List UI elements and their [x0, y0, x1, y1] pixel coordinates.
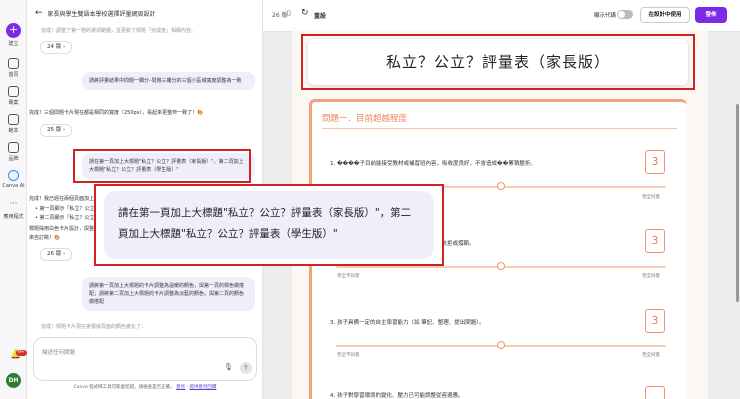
- zoom-message-bubble: 請在第一頁加上大標題"私立？公立？評量表（家長版）"，第二頁加上大標題"私立？公…: [104, 191, 434, 259]
- score-display: [645, 386, 665, 399]
- chat-header: ← 家長與學生雙語本學校選擇評量網頁設計: [27, 0, 262, 26]
- score-display: 3: [645, 309, 665, 333]
- brand-icon: [8, 142, 19, 153]
- version-pill-26[interactable]: 26 版 ›: [40, 248, 73, 261]
- assistant-message: 完成！三個問題卡片現在都是相同的寬度（250px），看起來更整齊一致了！🎨: [29, 110, 204, 116]
- footer-text: Canva 程式碼工具可能會犯錯，請檢查是否正確。: [73, 385, 175, 390]
- rail-item-label: 首頁: [8, 72, 19, 78]
- chat-title: 家長與學生雙語本學校選擇評量網頁設計: [47, 10, 156, 18]
- section-title: 問題一．目前超越程度: [322, 114, 408, 124]
- publish-button[interactable]: 發佈: [695, 7, 727, 23]
- show-code-toggle[interactable]: [617, 10, 633, 19]
- show-code-label: 顯示代碼: [594, 13, 617, 19]
- use-in-design-button[interactable]: 在設計中使用: [640, 7, 690, 23]
- notification-count: 9+: [16, 350, 27, 356]
- back-arrow-icon[interactable]: ←: [35, 8, 43, 18]
- microphone-icon[interactable]: 🎙: [224, 363, 233, 371]
- rail-item-home[interactable]: 首頁: [0, 58, 27, 78]
- template-icon: [8, 114, 19, 125]
- question-text: 3. 孩子具備一定的自主學習能力（如 筆記、整理、提出問題）。: [330, 320, 485, 326]
- create-label: 建立: [8, 41, 19, 47]
- version-label: 26 版: [47, 251, 62, 257]
- rail-item-label: Canva AI: [2, 183, 25, 189]
- version-label: 24 版: [47, 44, 62, 50]
- chat-footer: Canva 程式碼工具可能會犯錯，請檢查是否正確。 意見 · 提供意見回饋: [73, 385, 217, 390]
- slider-max-label: 完全同意: [642, 353, 660, 358]
- send-button[interactable]: ↑: [240, 362, 252, 374]
- section-divider: [322, 128, 677, 129]
- rail-item-label: 範本: [8, 128, 19, 134]
- rail-item-label: 專案: [8, 100, 19, 106]
- folder-icon: [8, 86, 19, 97]
- version-label: 25 版: [47, 127, 62, 133]
- slider-max-label: 完全同意: [642, 195, 660, 200]
- app-window: + 建立 首頁 專案 範本 品牌 Canva AI ··· 應用程式 🔔 9+ …: [0, 0, 740, 399]
- slider-max-label: 完全同意: [642, 274, 660, 279]
- slider-thumb[interactable]: [497, 341, 505, 349]
- rail-item-canva-ai[interactable]: Canva AI: [0, 170, 27, 189]
- version-pill-24[interactable]: 24 版 ›: [40, 41, 73, 54]
- score-display: 3: [645, 150, 665, 174]
- rail-item-apps[interactable]: ··· 應用程式: [0, 199, 27, 221]
- footer-link[interactable]: 意見: [176, 385, 185, 390]
- slider-min-label: 完全不同意: [337, 274, 360, 279]
- highlight-box-title: [301, 34, 695, 90]
- rail-item-brand[interactable]: 品牌: [0, 142, 27, 162]
- slider-min-label: 完全不同意: [337, 353, 360, 358]
- slider-thumb[interactable]: [497, 182, 505, 190]
- editor-toolbar: 26 版 ▯ ↻ 重設 顯示代碼 在設計中使用 發佈: [263, 0, 740, 32]
- version-pill-25[interactable]: 25 版 ›: [40, 124, 73, 137]
- more-icon: ···: [9, 199, 18, 208]
- left-rail: + 建立 首頁 專案 範本 品牌 Canva AI ··· 應用程式 🔔 9+ …: [0, 0, 27, 399]
- reset-icon[interactable]: ↻: [301, 8, 309, 18]
- rail-item-templates[interactable]: 範本: [0, 114, 27, 134]
- version-count: 26 版: [272, 12, 288, 19]
- chat-input-placeholder: 描述任何問題: [42, 350, 76, 356]
- chat-input[interactable]: 描述任何問題 🎙 ↑: [33, 337, 257, 381]
- rail-item-label: 品牌: [8, 156, 19, 162]
- avatar[interactable]: DH: [6, 373, 21, 388]
- rail-item-projects[interactable]: 專案: [0, 86, 27, 106]
- rail-item-label: 應用程式: [3, 214, 24, 220]
- create-button[interactable]: +: [6, 23, 21, 38]
- slider-thumb[interactable]: [497, 262, 505, 270]
- chat-message-fragment: 完成！調整了第一題的選項範圍，並更新了標題「完成度」相關內容。: [41, 28, 197, 34]
- score-display: 3: [645, 229, 665, 253]
- reset-button[interactable]: 重設: [314, 11, 326, 20]
- question-text: 1. ����子目前能接受教材或補習班內容，吸收度良好，不會造成��累積壓折。: [330, 161, 536, 167]
- user-message: 請將評量結果中問題一欄分–問題三欄分的三個小區域寬度調整為一致: [82, 72, 255, 90]
- highlight-box-message: [73, 149, 251, 183]
- canva-ai-icon: [8, 170, 19, 181]
- user-message: 請將第一頁加上大標題的卡片調整為溫暖的顏色，與第一頁的標色做搭配；請將第二頁加上…: [82, 277, 255, 311]
- collapse-panel-icon[interactable]: ▯: [287, 9, 291, 17]
- chat-message-fragment: 完成！標題卡片現在會根據頁面的顏色變化了：: [41, 324, 147, 330]
- home-icon: [8, 58, 19, 69]
- feedback-link[interactable]: 提供意見回饋: [189, 385, 216, 390]
- question-text: 4. 孩子對學習環境的變化、壓力已可能調整從容適應。: [330, 393, 464, 399]
- canvas-scrollbar[interactable]: [736, 104, 739, 302]
